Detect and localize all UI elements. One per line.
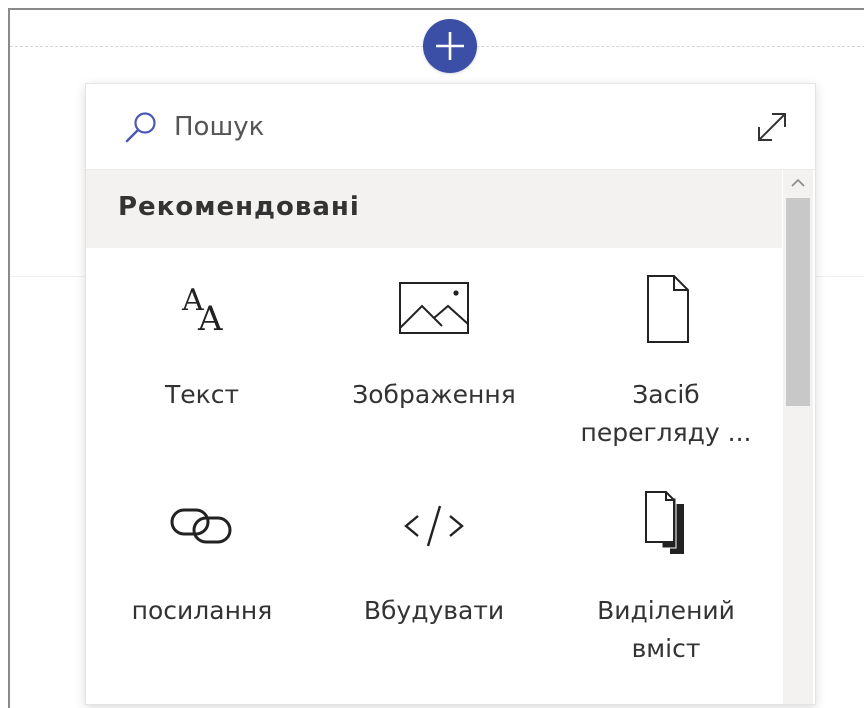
webpart-tile-embed[interactable]: Вбудувати	[318, 464, 550, 684]
add-section-button[interactable]	[423, 19, 477, 73]
expand-icon[interactable]	[754, 109, 790, 145]
webpart-label: Засіб перегляду ...	[580, 380, 752, 447]
search-icon	[125, 112, 156, 143]
webpart-tile-highlighted-content[interactable]: Виділений вміст	[550, 464, 782, 684]
link-icon	[170, 508, 232, 544]
code-icon	[404, 505, 464, 547]
webpart-label: Зображення	[352, 380, 516, 409]
search-bar	[86, 84, 815, 170]
highlighted-content-icon	[645, 491, 684, 554]
webpart-label: Вбудувати	[363, 596, 505, 625]
chevron-up-icon[interactable]	[783, 170, 813, 196]
category-title: Рекомендовані	[118, 192, 360, 222]
webpart-toolbox: Рекомендовані A A Текст Зображення	[85, 83, 816, 705]
webpart-label: Текст	[164, 380, 240, 409]
category-header: Рекомендовані	[86, 170, 782, 248]
webpart-tile-file-viewer[interactable]: Засіб перегляду ...	[550, 248, 782, 468]
image-icon	[399, 282, 469, 334]
text-icon: A A	[181, 283, 223, 339]
scrollbar[interactable]	[783, 170, 813, 704]
webpart-tile-text[interactable]: A A Текст	[86, 248, 318, 468]
document-icon	[647, 275, 689, 343]
plus-icon	[436, 32, 464, 60]
webpart-tile-image[interactable]: Зображення	[318, 248, 550, 468]
webpart-tile-link[interactable]: посилання	[86, 464, 318, 684]
webpart-grid: A A Текст Зображення Засіб перегляду ...	[86, 248, 782, 704]
search-input[interactable]	[174, 106, 714, 148]
webpart-label: Виділений вміст	[597, 596, 735, 663]
webpart-label: посилання	[131, 596, 273, 625]
svg-text:A: A	[197, 299, 223, 339]
scroll-thumb[interactable]	[786, 198, 810, 406]
